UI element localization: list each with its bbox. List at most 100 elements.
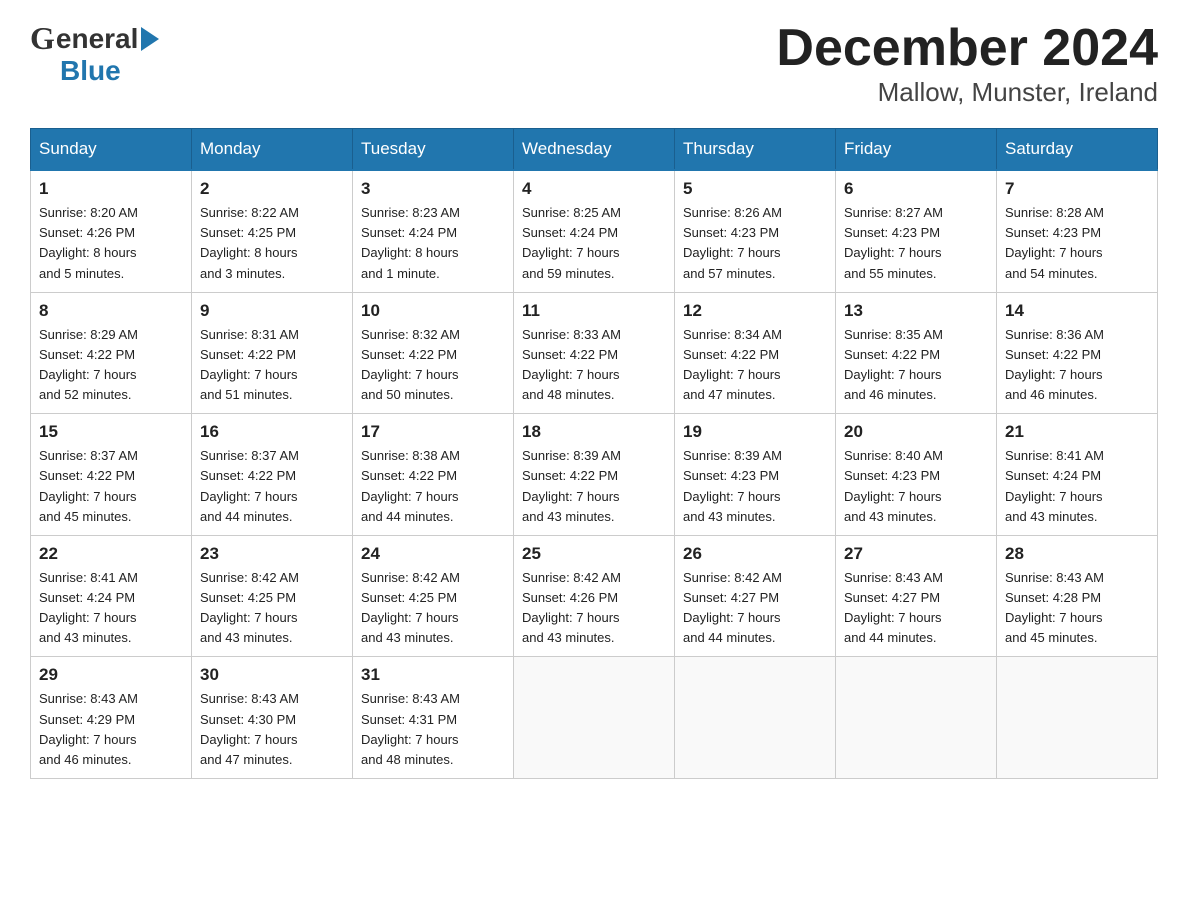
day-of-week-monday: Monday <box>192 129 353 171</box>
week-row-1: 1Sunrise: 8:20 AMSunset: 4:26 PMDaylight… <box>31 170 1158 292</box>
day-of-week-saturday: Saturday <box>997 129 1158 171</box>
calendar-cell: 27Sunrise: 8:43 AMSunset: 4:27 PMDayligh… <box>836 535 997 657</box>
day-number: 17 <box>361 422 505 442</box>
calendar-title: December 2024 <box>776 20 1158 77</box>
calendar-cell: 5 Sunrise: 8:26 AMSunset: 4:23 PMDaylight… <box>675 170 836 292</box>
day-number: 4 <box>522 179 666 199</box>
day-number: 6 <box>844 179 988 199</box>
calendar-cell: 24 Sunrise: 8:42 AMSunset: 4:25 PMDayligh… <box>353 535 514 657</box>
day-of-week-tuesday: Tuesday <box>353 129 514 171</box>
day-info: Sunrise: 8:25 AMSunset: 4:24 PMDaylight:… <box>522 203 666 284</box>
day-number: 18 <box>522 422 666 442</box>
day-info: Sunrise: 8:43 AMSunset: 4:31 PMDaylight:… <box>361 689 505 770</box>
day-of-week-thursday: Thursday <box>675 129 836 171</box>
calendar-cell: 2 Sunrise: 8:22 AMSunset: 4:25 PMDaylight… <box>192 170 353 292</box>
day-number: 29 <box>39 665 183 685</box>
day-info: Sunrise: 8:20 AMSunset: 4:26 PMDaylight:… <box>39 203 183 284</box>
calendar-cell: 20 Sunrise: 8:40 AMSunset: 4:23 PMDayligh… <box>836 414 997 536</box>
page-header: G eneral Blue December 2024 Mallow, Muns… <box>30 20 1158 108</box>
calendar-cell: 18 Sunrise: 8:39 AMSunset: 4:22 PMDayligh… <box>514 414 675 536</box>
day-number: 15 <box>39 422 183 442</box>
calendar-cell: 23Sunrise: 8:42 AMSunset: 4:25 PMDayligh… <box>192 535 353 657</box>
day-info: Sunrise: 8:31 AMSunset: 4:22 PMDaylight:… <box>200 325 344 406</box>
day-info: Sunrise: 8:42 AMSunset: 4:25 PMDaylight:… <box>361 568 505 649</box>
calendar-cell: 6 Sunrise: 8:27 AMSunset: 4:23 PMDaylight… <box>836 170 997 292</box>
calendar-subtitle: Mallow, Munster, Ireland <box>776 77 1158 108</box>
day-info: Sunrise: 8:43 AMSunset: 4:28 PMDaylight:… <box>1005 568 1149 649</box>
calendar-cell: 26Sunrise: 8:42 AMSunset: 4:27 PMDayligh… <box>675 535 836 657</box>
day-info: Sunrise: 8:43 AMSunset: 4:27 PMDaylight:… <box>844 568 988 649</box>
calendar-cell <box>675 657 836 779</box>
calendar-cell: 31 Sunrise: 8:43 AMSunset: 4:31 PMDayligh… <box>353 657 514 779</box>
day-number: 22 <box>39 544 183 564</box>
calendar-cell: 12 Sunrise: 8:34 AMSunset: 4:22 PMDayligh… <box>675 292 836 414</box>
day-of-week-wednesday: Wednesday <box>514 129 675 171</box>
week-row-5: 29 Sunrise: 8:43 AMSunset: 4:29 PMDayligh… <box>31 657 1158 779</box>
day-info: Sunrise: 8:35 AMSunset: 4:22 PMDaylight:… <box>844 325 988 406</box>
calendar-cell: 11 Sunrise: 8:33 AMSunset: 4:22 PMDayligh… <box>514 292 675 414</box>
day-number: 21 <box>1005 422 1149 442</box>
day-number: 24 <box>361 544 505 564</box>
day-number: 10 <box>361 301 505 321</box>
day-info: Sunrise: 8:22 AMSunset: 4:25 PMDaylight:… <box>200 203 344 284</box>
calendar-cell: 15Sunrise: 8:37 AMSunset: 4:22 PMDayligh… <box>31 414 192 536</box>
day-number: 12 <box>683 301 827 321</box>
day-info: Sunrise: 8:27 AMSunset: 4:23 PMDaylight:… <box>844 203 988 284</box>
day-info: Sunrise: 8:42 AMSunset: 4:26 PMDaylight:… <box>522 568 666 649</box>
day-info: Sunrise: 8:26 AMSunset: 4:23 PMDaylight:… <box>683 203 827 284</box>
days-of-week-row: SundayMondayTuesdayWednesdayThursdayFrid… <box>31 129 1158 171</box>
day-info: Sunrise: 8:34 AMSunset: 4:22 PMDaylight:… <box>683 325 827 406</box>
day-info: Sunrise: 8:41 AMSunset: 4:24 PMDaylight:… <box>1005 446 1149 527</box>
day-info: Sunrise: 8:29 AMSunset: 4:22 PMDaylight:… <box>39 325 183 406</box>
day-info: Sunrise: 8:41 AMSunset: 4:24 PMDaylight:… <box>39 568 183 649</box>
day-number: 11 <box>522 301 666 321</box>
day-of-week-sunday: Sunday <box>31 129 192 171</box>
calendar-table: SundayMondayTuesdayWednesdayThursdayFrid… <box>30 128 1158 779</box>
day-number: 3 <box>361 179 505 199</box>
day-number: 13 <box>844 301 988 321</box>
calendar-header: SundayMondayTuesdayWednesdayThursdayFrid… <box>31 129 1158 171</box>
calendar-cell: 8Sunrise: 8:29 AMSunset: 4:22 PMDaylight… <box>31 292 192 414</box>
day-info: Sunrise: 8:23 AMSunset: 4:24 PMDaylight:… <box>361 203 505 284</box>
calendar-cell: 30 Sunrise: 8:43 AMSunset: 4:30 PMDayligh… <box>192 657 353 779</box>
calendar-cell: 17 Sunrise: 8:38 AMSunset: 4:22 PMDayligh… <box>353 414 514 536</box>
calendar-cell: 14Sunrise: 8:36 AMSunset: 4:22 PMDayligh… <box>997 292 1158 414</box>
day-number: 19 <box>683 422 827 442</box>
logo-triangle-icon <box>141 27 159 51</box>
day-info: Sunrise: 8:28 AMSunset: 4:23 PMDaylight:… <box>1005 203 1149 284</box>
week-row-4: 22 Sunrise: 8:41 AMSunset: 4:24 PMDayligh… <box>31 535 1158 657</box>
day-number: 2 <box>200 179 344 199</box>
day-info: Sunrise: 8:43 AMSunset: 4:29 PMDaylight:… <box>39 689 183 770</box>
calendar-cell <box>836 657 997 779</box>
day-info: Sunrise: 8:38 AMSunset: 4:22 PMDaylight:… <box>361 446 505 527</box>
day-number: 31 <box>361 665 505 685</box>
calendar-cell: 22 Sunrise: 8:41 AMSunset: 4:24 PMDayligh… <box>31 535 192 657</box>
day-number: 26 <box>683 544 827 564</box>
logo-g-letter: G <box>30 20 55 57</box>
day-number: 30 <box>200 665 344 685</box>
calendar-cell: 29 Sunrise: 8:43 AMSunset: 4:29 PMDayligh… <box>31 657 192 779</box>
day-number: 5 <box>683 179 827 199</box>
day-number: 9 <box>200 301 344 321</box>
day-number: 20 <box>844 422 988 442</box>
calendar-cell: 21 Sunrise: 8:41 AMSunset: 4:24 PMDayligh… <box>997 414 1158 536</box>
day-number: 7 <box>1005 179 1149 199</box>
day-info: Sunrise: 8:39 AMSunset: 4:23 PMDaylight:… <box>683 446 827 527</box>
calendar-cell: 10Sunrise: 8:32 AMSunset: 4:22 PMDayligh… <box>353 292 514 414</box>
calendar-cell <box>514 657 675 779</box>
day-of-week-friday: Friday <box>836 129 997 171</box>
calendar-cell: 3 Sunrise: 8:23 AMSunset: 4:24 PMDaylight… <box>353 170 514 292</box>
calendar-cell: 19 Sunrise: 8:39 AMSunset: 4:23 PMDayligh… <box>675 414 836 536</box>
day-info: Sunrise: 8:40 AMSunset: 4:23 PMDaylight:… <box>844 446 988 527</box>
day-info: Sunrise: 8:33 AMSunset: 4:22 PMDaylight:… <box>522 325 666 406</box>
day-info: Sunrise: 8:43 AMSunset: 4:30 PMDaylight:… <box>200 689 344 770</box>
calendar-cell: 25Sunrise: 8:42 AMSunset: 4:26 PMDayligh… <box>514 535 675 657</box>
day-info: Sunrise: 8:42 AMSunset: 4:25 PMDaylight:… <box>200 568 344 649</box>
calendar-cell: 7 Sunrise: 8:28 AMSunset: 4:23 PMDaylight… <box>997 170 1158 292</box>
day-number: 16 <box>200 422 344 442</box>
calendar-cell <box>997 657 1158 779</box>
day-info: Sunrise: 8:39 AMSunset: 4:22 PMDaylight:… <box>522 446 666 527</box>
logo-eneral: eneral <box>56 23 139 55</box>
calendar-cell: 4 Sunrise: 8:25 AMSunset: 4:24 PMDaylight… <box>514 170 675 292</box>
logo-blue-text: Blue <box>30 55 121 87</box>
